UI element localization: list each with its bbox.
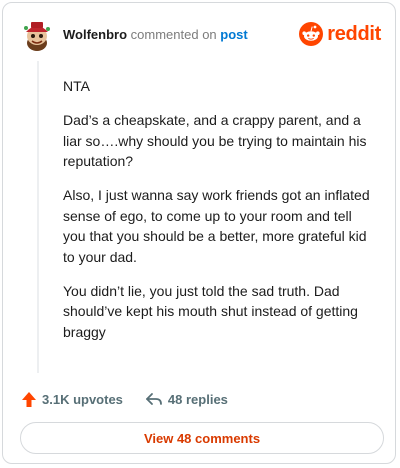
comment-body: NTA Dad’s a cheapskate, and a crappy par… xyxy=(63,76,375,356)
comment-header: Wolfenbro commented on post reddit xyxy=(21,19,381,53)
action-text: commented on xyxy=(130,27,217,42)
thread-line xyxy=(37,61,39,373)
username-link[interactable]: Wolfenbro xyxy=(63,27,127,42)
upvote-count: 3.1K upvotes xyxy=(42,391,123,407)
reddit-logo[interactable]: reddit xyxy=(299,21,381,47)
comment-actions: 3.1K upvotes 48 replies xyxy=(21,389,228,409)
reddit-snoo-icon xyxy=(299,22,324,46)
comment-card: Wolfenbro commented on post reddit NTA D… xyxy=(2,2,396,464)
comment-paragraph: Also, I just wanna say work friends got … xyxy=(63,187,370,265)
replies-button[interactable]: 48 replies xyxy=(145,391,228,407)
view-comments-button[interactable]: View 48 comments xyxy=(20,422,384,454)
reply-arrow-icon xyxy=(146,393,162,405)
comment-paragraph: NTA xyxy=(63,78,90,94)
logo-wordmark: reddit xyxy=(327,22,381,45)
avatar[interactable] xyxy=(21,19,53,53)
comment-paragraph: You didn’t lie, you just told the sad tr… xyxy=(63,282,358,340)
comment-meta: Wolfenbro commented on post xyxy=(63,27,248,42)
upvote-button[interactable]: 3.1K upvotes xyxy=(21,391,123,408)
comment-paragraph: Dad’s a cheapskate, and a crappy parent,… xyxy=(63,112,367,169)
upvote-arrow-icon xyxy=(22,391,36,407)
post-link[interactable]: post xyxy=(220,27,247,42)
replies-count: 48 replies xyxy=(167,391,228,407)
view-comments-label: View 48 comments xyxy=(143,430,261,446)
